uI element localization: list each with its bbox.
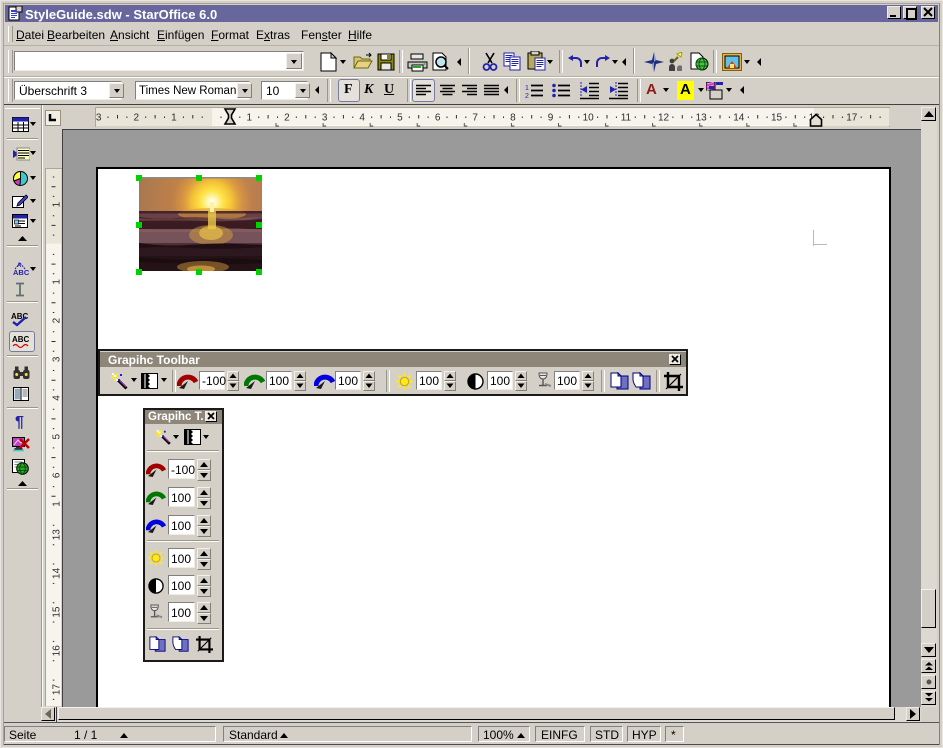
svg-text:11: 11 (621, 113, 632, 124)
svg-text:9: 9 (548, 113, 554, 124)
svg-text:3: 3 (322, 113, 328, 124)
svg-text:3: 3 (52, 356, 62, 362)
svg-text:5: 5 (52, 433, 62, 439)
svg-text:ABC: ABC (12, 335, 30, 344)
svg-text:15: 15 (771, 113, 783, 124)
svg-text:1: 1 (52, 501, 62, 507)
svg-text:13: 13 (696, 113, 708, 124)
svg-text:6: 6 (52, 472, 62, 478)
svg-text:14: 14 (733, 113, 745, 124)
svg-text:ABC: ABC (11, 312, 29, 321)
svg-text:2: 2 (134, 113, 140, 124)
svg-text:14: 14 (52, 567, 62, 579)
svg-text:1: 1 (525, 85, 529, 92)
svg-text:1: 1 (171, 113, 177, 124)
svg-text:15: 15 (52, 606, 62, 618)
svg-text:13: 13 (52, 529, 62, 541)
svg-text:4: 4 (52, 395, 62, 401)
svg-text:1: 1 (52, 201, 62, 207)
svg-text:16: 16 (52, 645, 62, 657)
svg-text:10: 10 (583, 113, 595, 124)
svg-text:2: 2 (525, 93, 529, 99)
svg-text:12: 12 (658, 113, 670, 124)
svg-text:2: 2 (284, 113, 290, 124)
svg-text:17: 17 (846, 113, 858, 124)
svg-text:7: 7 (472, 113, 478, 124)
svg-text:ABC: ABC (13, 268, 29, 277)
svg-text:1: 1 (247, 113, 253, 124)
svg-text:3: 3 (96, 113, 102, 124)
svg-text:5: 5 (397, 113, 403, 124)
svg-text:17: 17 (52, 684, 62, 696)
svg-text:8: 8 (510, 113, 516, 124)
svg-text:2: 2 (52, 317, 62, 323)
svg-text:6: 6 (435, 113, 441, 124)
svg-text:1: 1 (52, 279, 62, 285)
svg-text:4: 4 (359, 113, 365, 124)
